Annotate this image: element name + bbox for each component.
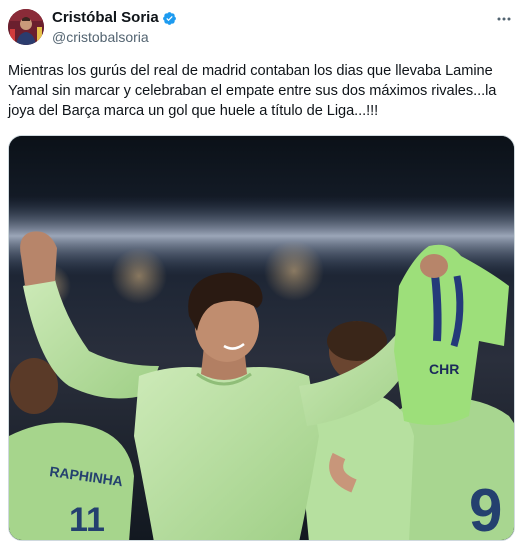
tweet-text: Mientras los gurús del real de madrid co…: [8, 63, 497, 119]
tweet-photo[interactable]: 9 RAPHINHA 11 CHR: [8, 135, 515, 541]
photo-player-celebration: 9 RAPHINHA 11 CHR: [9, 136, 514, 541]
more-horizontal-icon: [497, 17, 511, 21]
jersey-number-back: 11: [69, 501, 105, 539]
tweet-card: Cristóbal Soria @cristobalsoria Mientras…: [0, 0, 523, 550]
display-name[interactable]: Cristóbal Soria: [52, 9, 159, 27]
author-block: Cristóbal Soria @cristobalsoria: [52, 9, 177, 46]
jersey-number-right: 9: [469, 477, 502, 541]
display-name-row: Cristóbal Soria: [52, 9, 177, 27]
shirt-sponsor: CHR: [429, 361, 459, 377]
avatar[interactable]: [8, 9, 44, 45]
verified-badge-icon: [162, 11, 176, 25]
avatar-image: [8, 9, 44, 45]
more-options-button[interactable]: [495, 10, 513, 28]
author-handle[interactable]: @cristobalsoria: [52, 28, 177, 46]
